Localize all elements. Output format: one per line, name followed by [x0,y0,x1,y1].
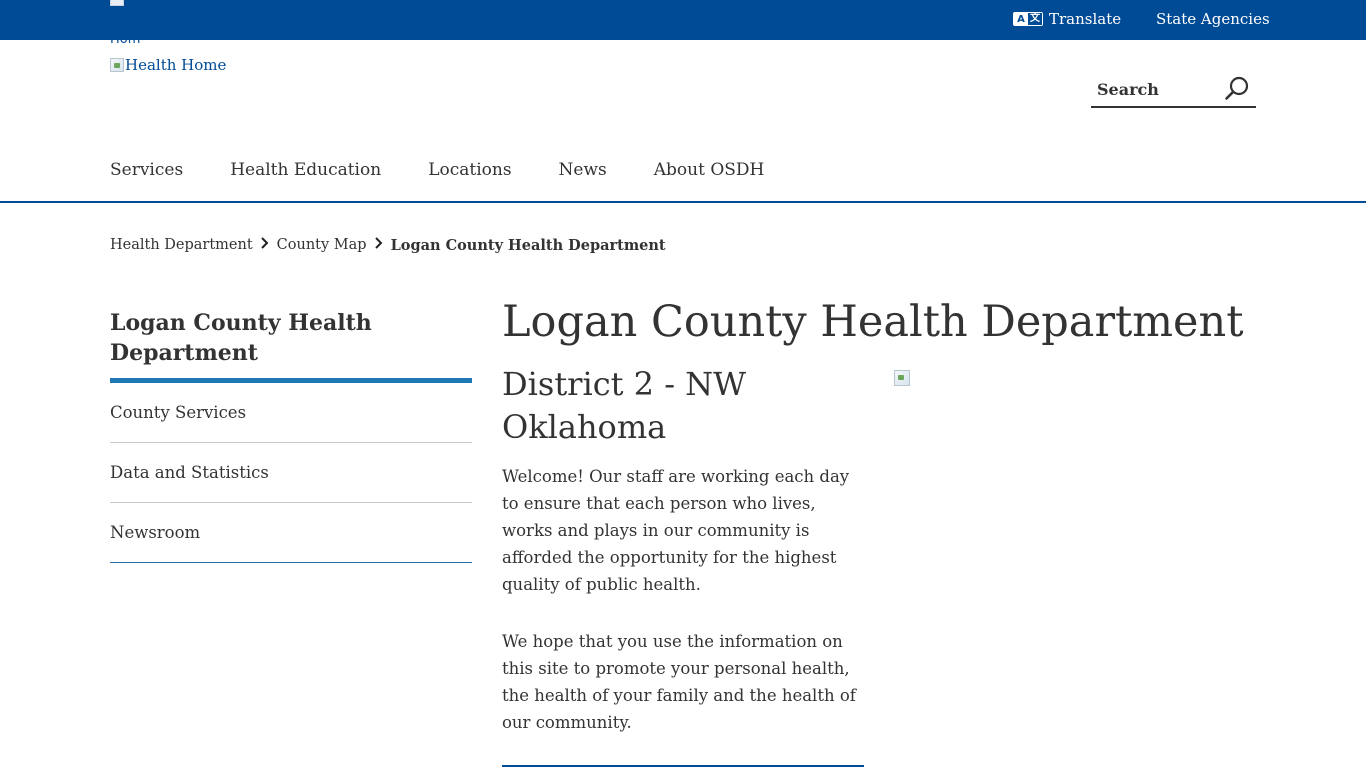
translate-icon: A文 [1013,12,1043,26]
breadcrumb: Health Department County Map Logan Count… [110,236,666,254]
nav-item-locations[interactable]: Locations [428,159,511,181]
state-agencies-link[interactable]: State Agencies [1156,10,1270,28]
district-heading: District 2 - NW Oklahoma [502,365,747,446]
home-logo-alt-text[interactable]: Hom [110,33,140,47]
main-navigation: Services Health Education Locations News… [110,159,811,181]
sidebar-item-newsroom[interactable]: Newsroom [110,503,472,563]
breadcrumb-current: Logan County Health Department [390,236,666,254]
sidebar-item-data-and-statistics[interactable]: Data and Statistics [110,443,472,503]
breadcrumb-county-map[interactable]: County Map [277,237,367,253]
sidebar-title: Logan County Health Department [110,308,472,383]
translate-button[interactable]: A文 Translate [1013,9,1121,29]
top-utility-bar: A文 Translate State Agencies [0,0,1366,40]
top-logo-image[interactable] [110,0,126,6]
nav-item-services[interactable]: Services [110,159,183,181]
search-box [1091,74,1256,108]
sidebar-menu: County Services Data and Statistics News… [110,383,472,563]
nav-item-about-osdh[interactable]: About OSDH [654,159,765,181]
nav-item-health-education[interactable]: Health Education [230,159,381,181]
sidebar: Logan County Health Department County Se… [110,308,472,563]
content-divider [502,765,864,767]
search-icon[interactable] [1224,76,1250,102]
info-paragraph: We hope that you use the information on … [502,632,856,732]
nav-item-news[interactable]: News [559,159,607,181]
welcome-paragraph: Welcome! Our staff are working each day … [502,467,850,594]
health-home-logo-link[interactable]: Health Home [110,56,226,74]
translate-label: Translate [1049,10,1122,28]
search-input[interactable] [1097,76,1217,102]
sidebar-item-county-services[interactable]: County Services [110,383,472,443]
breadcrumb-health-department[interactable]: Health Department [110,237,253,253]
health-home-alt-text: Health Home [125,56,227,74]
broken-image-icon [110,58,124,72]
page-title: Logan County Health Department [502,297,1244,347]
nav-divider [0,201,1366,203]
county-image [894,370,910,386]
chevron-right-icon [253,236,277,254]
chevron-right-icon [367,236,391,254]
